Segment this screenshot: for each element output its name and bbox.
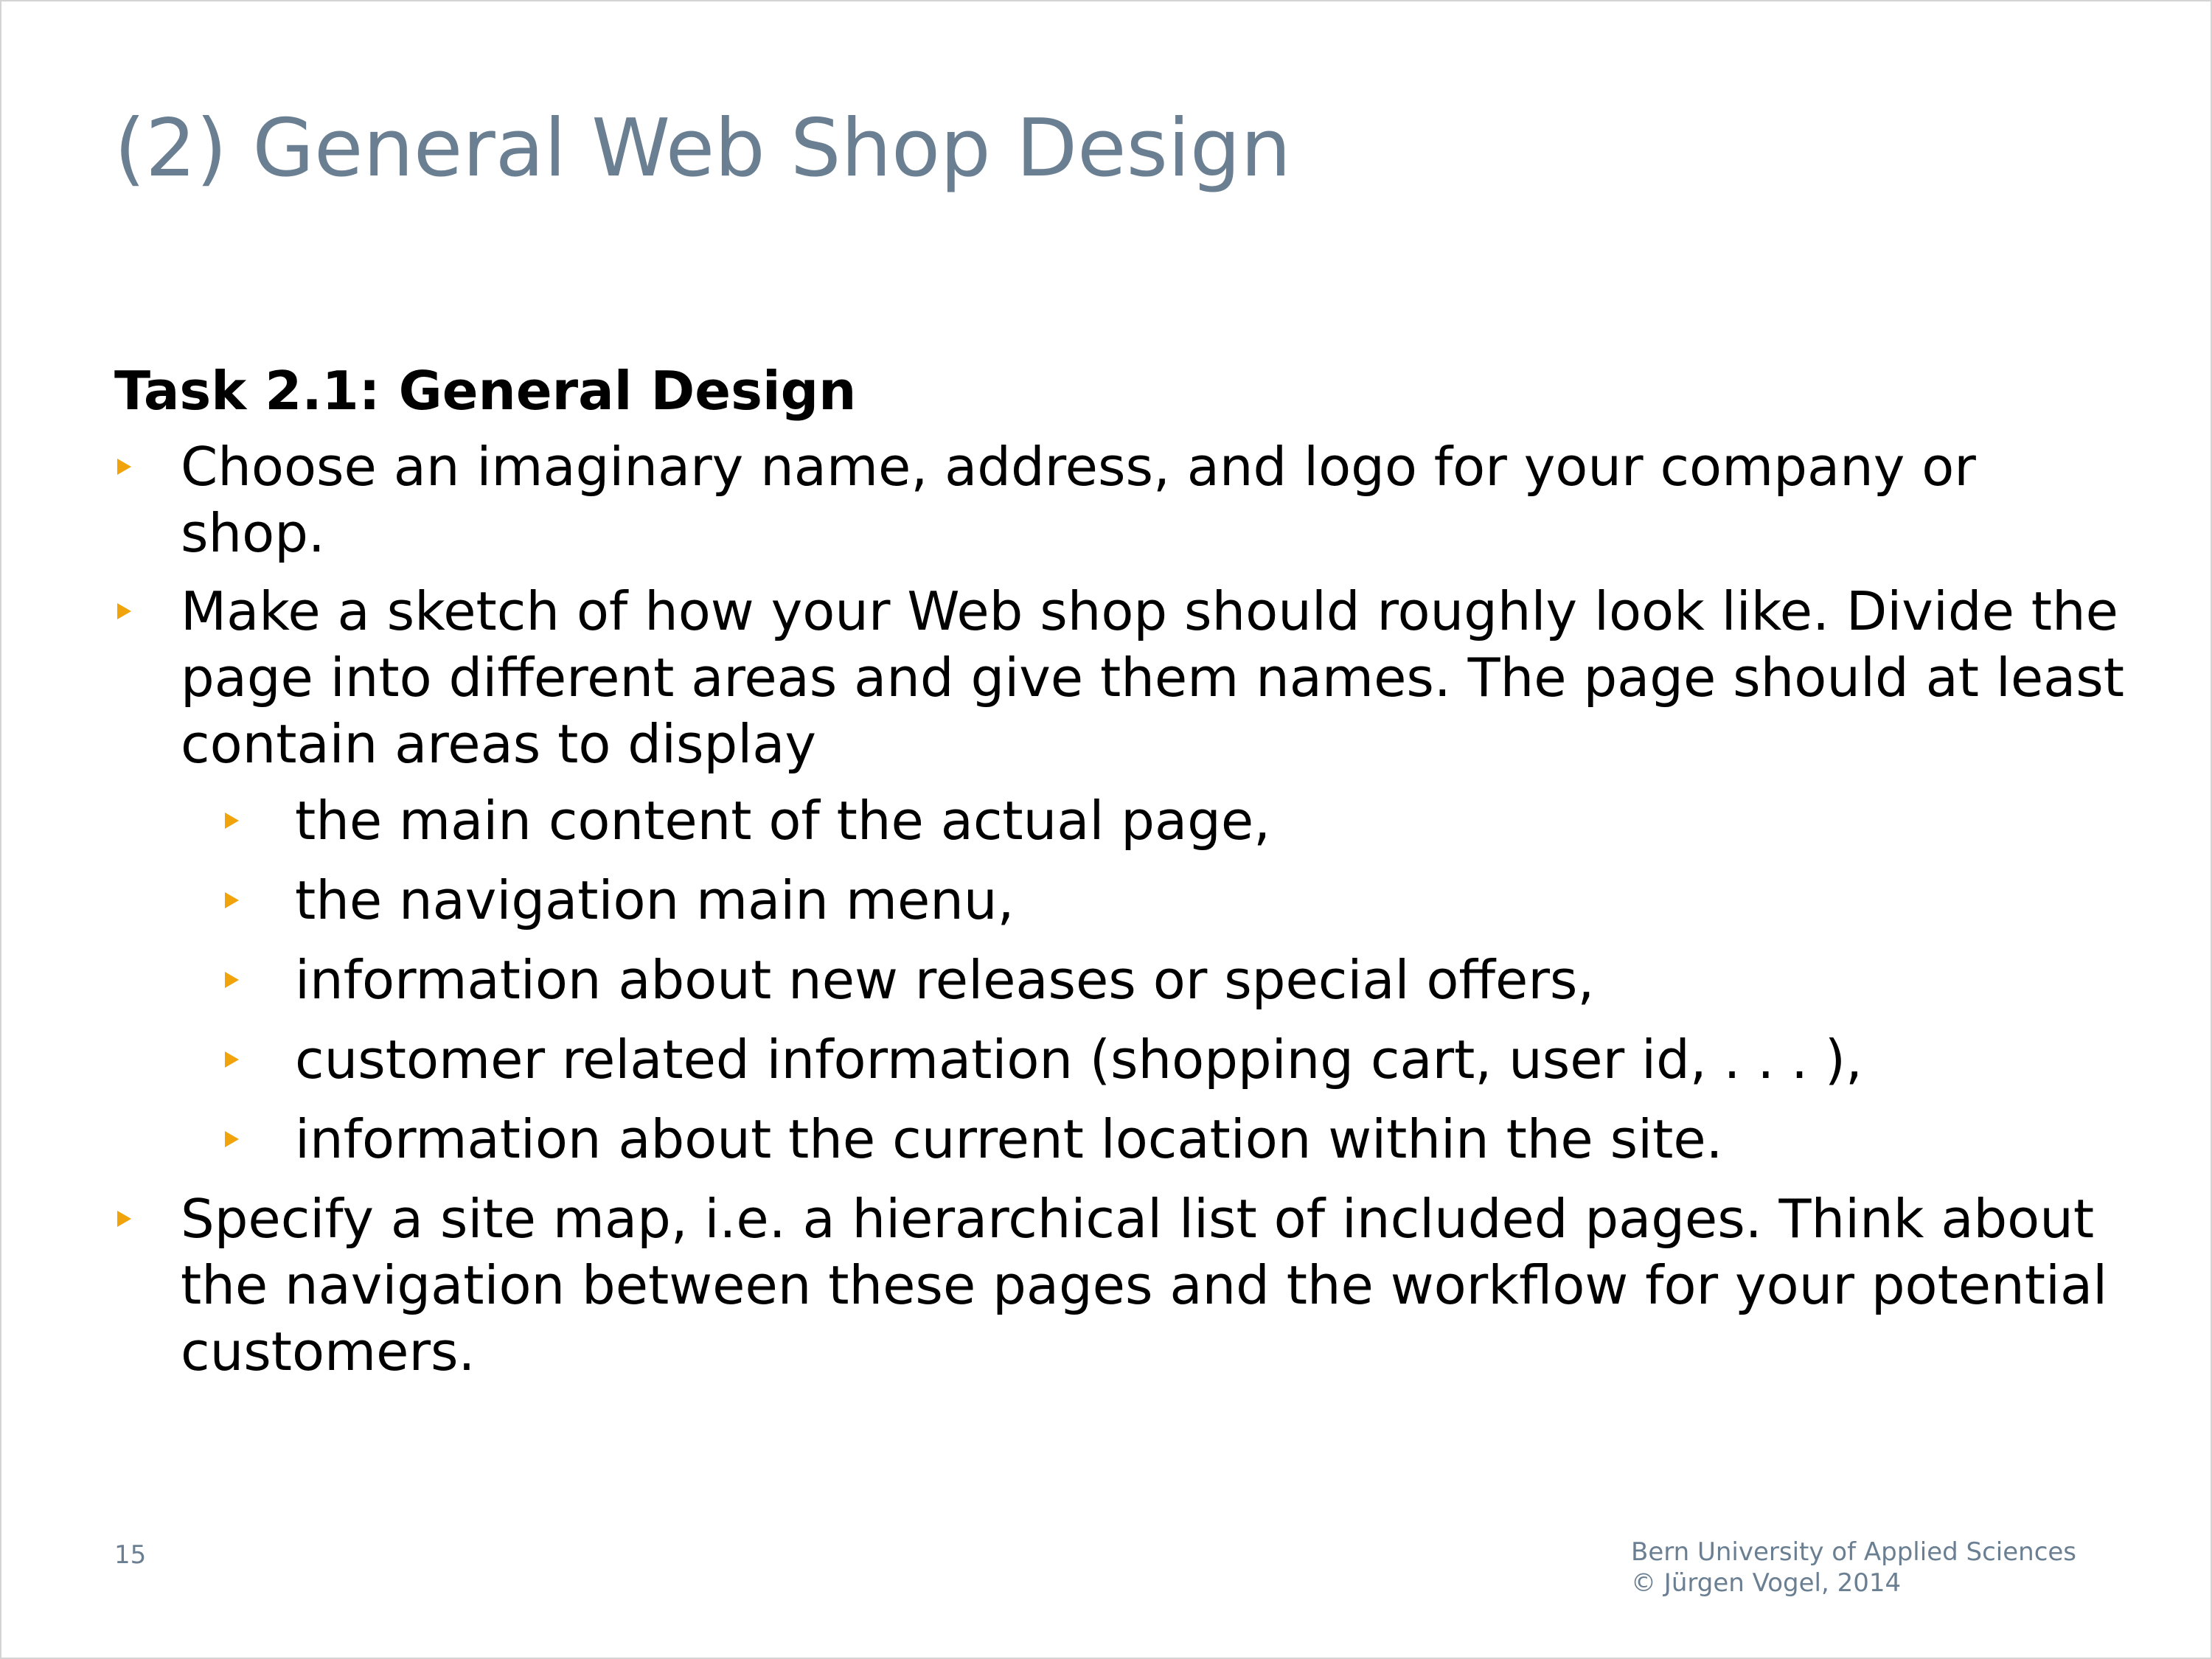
triangle-bullet-icon (117, 458, 131, 475)
slide-content: Task 2.1: General Design Choose an imagi… (114, 357, 2135, 1397)
bullet-item: Choose an imaginary name, address, and l… (114, 434, 2135, 566)
triangle-bullet-icon (225, 971, 239, 988)
triangle-bullet-icon (225, 1130, 239, 1147)
bullet-text: Make a sketch of how your Web shop shoul… (181, 580, 2124, 775)
sub-bullet-item: customer related information (shopping c… (181, 1026, 2135, 1093)
triangle-bullet-icon (225, 1051, 239, 1068)
bullet-item: Make a sketch of how your Web shop shoul… (114, 578, 2135, 1172)
bullet-text: Specify a site map, i.e. a hierarchical … (181, 1187, 2108, 1382)
sub-bullet-text: the navigation main menu, (295, 869, 1015, 931)
sub-bullet-text: customer related information (shopping c… (295, 1028, 1863, 1091)
triangle-bullet-icon (117, 602, 131, 619)
sub-bullet-item: the main content of the actual page, (181, 787, 2135, 854)
sub-bullet-item: the navigation main menu, (181, 867, 2135, 933)
sub-bullet-text: information about new releases or specia… (295, 948, 1595, 1011)
footer-copyright: © Jürgen Vogel, 2014 (1631, 1568, 1902, 1598)
triangle-bullet-icon (225, 891, 239, 908)
footer: Bern University of Applied Sciences © Jü… (1631, 1537, 2076, 1599)
sub-bullet-list: the main content of the actual page, the… (181, 787, 2135, 1172)
slide-title: (2) General Web Shop Design (114, 102, 1291, 195)
sub-bullet-item: information about the current location w… (181, 1106, 2135, 1172)
slide: (2) General Web Shop Design Task 2.1: Ge… (0, 0, 2212, 1659)
task-heading: Task 2.1: General Design (114, 360, 857, 422)
sub-bullet-text: the main content of the actual page, (295, 789, 1270, 852)
bullet-list: Choose an imaginary name, address, and l… (114, 434, 2135, 1385)
sub-bullet-text: information about the current location w… (295, 1107, 1723, 1170)
triangle-bullet-icon (225, 812, 239, 829)
sub-bullet-item: information about new releases or specia… (181, 947, 2135, 1013)
triangle-bullet-icon (117, 1210, 131, 1227)
footer-institution: Bern University of Applied Sciences (1631, 1537, 2077, 1567)
page-number: 15 (114, 1540, 147, 1570)
bullet-text: Choose an imaginary name, address, and l… (181, 435, 1976, 564)
bullet-item: Specify a site map, i.e. a hierarchical … (114, 1186, 2135, 1385)
